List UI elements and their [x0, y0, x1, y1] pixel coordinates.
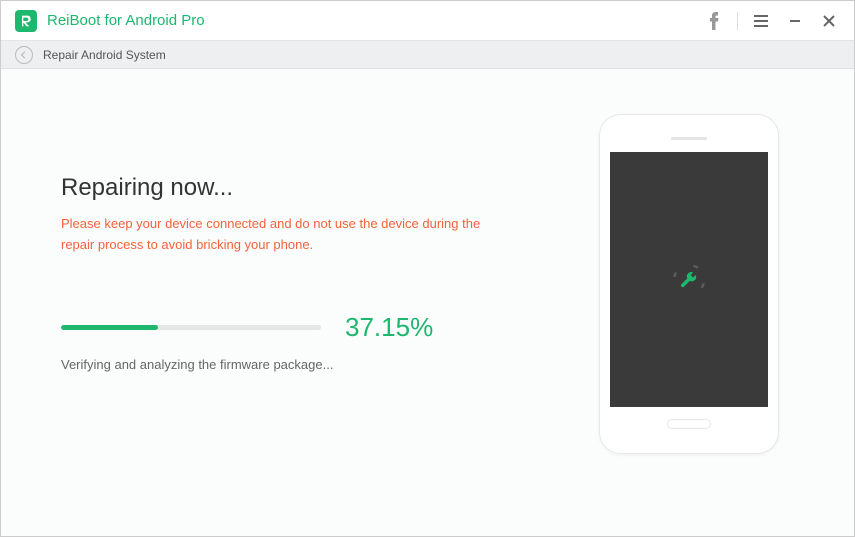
facebook-icon[interactable]	[699, 6, 729, 36]
menu-icon[interactable]	[746, 6, 776, 36]
minimize-button[interactable]	[780, 6, 810, 36]
content-area: Repairing now... Please keep your device…	[1, 69, 854, 536]
progress-fill	[61, 325, 158, 330]
phone-illustration	[599, 114, 779, 454]
right-pane	[584, 114, 794, 496]
page-heading: Repairing now...	[61, 174, 584, 202]
breadcrumb: Repair Android System	[1, 41, 854, 69]
back-button[interactable]	[15, 46, 33, 64]
progress-percent: 37.15%	[345, 312, 433, 343]
progress-row: 37.15%	[61, 312, 584, 343]
phone-home-button	[667, 419, 711, 429]
close-button[interactable]	[814, 6, 844, 36]
divider	[737, 12, 738, 30]
titlebar: ReiBoot for Android Pro	[1, 1, 854, 41]
app-title: ReiBoot for Android Pro	[47, 12, 699, 29]
breadcrumb-label: Repair Android System	[43, 48, 166, 62]
app-window: ReiBoot for Android Pro Repair Android S…	[0, 0, 855, 537]
status-text: Verifying and analyzing the firmware pac…	[61, 357, 584, 372]
phone-screen	[610, 152, 768, 407]
phone-speaker	[671, 137, 707, 140]
progress-bar	[61, 325, 321, 330]
titlebar-controls	[699, 6, 844, 36]
app-logo-icon	[15, 10, 37, 32]
left-pane: Repairing now... Please keep your device…	[61, 114, 584, 496]
repair-wrench-icon	[669, 260, 709, 300]
warning-text: Please keep your device connected and do…	[61, 214, 481, 256]
